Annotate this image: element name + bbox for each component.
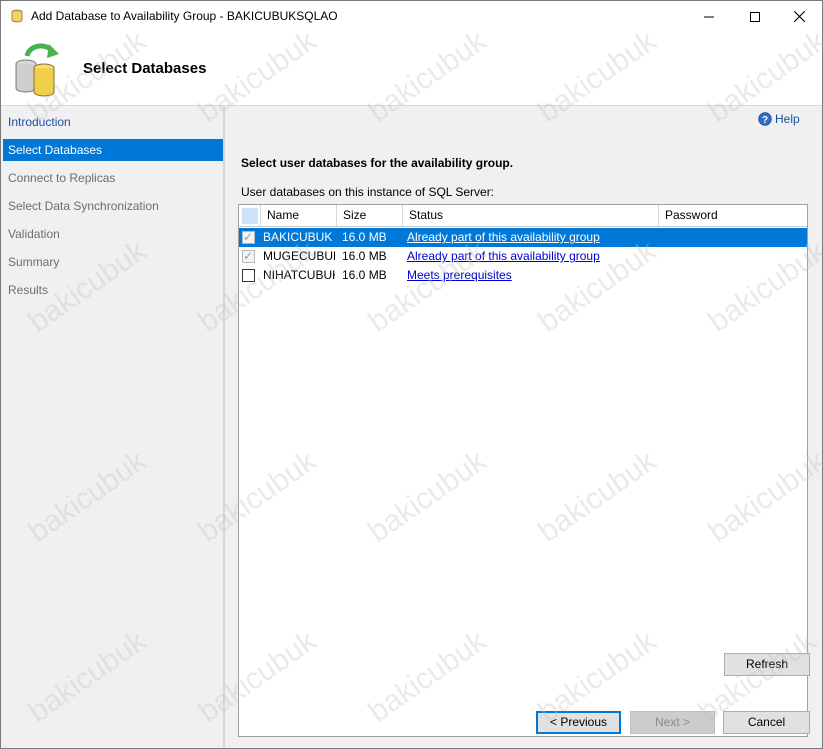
row-checkbox[interactable]: ✓ — [242, 249, 255, 263]
wizard-header: Select Databases — [1, 32, 822, 105]
nav-item-select-databases[interactable]: Select Databases — [3, 139, 223, 161]
grid-caption: User databases on this instance of SQL S… — [241, 185, 495, 199]
app-database-icon — [11, 9, 23, 23]
svg-text:?: ? — [762, 115, 768, 126]
title-bar: Add Database to Availability Group - BAK… — [1, 1, 822, 32]
maximize-icon — [750, 11, 760, 22]
column-header-name[interactable]: Name — [261, 205, 337, 226]
database-name: BAKICUBUK — [263, 230, 333, 244]
nav-item-introduction[interactable]: Introduction — [3, 111, 223, 133]
help-icon: ? — [758, 112, 772, 126]
database-size: 16.0 MB — [342, 230, 387, 244]
database-status-link[interactable]: Meets prerequisites — [407, 266, 512, 285]
nav-item-connect-to-replicas: Connect to Replicas — [8, 171, 116, 185]
close-button[interactable] — [776, 1, 822, 32]
help-label: Help — [775, 112, 800, 126]
table-row[interactable]: ✓ BAKICUBUK 16.0 MB Already part of this… — [239, 228, 807, 247]
nav-item-summary: Summary — [8, 255, 60, 269]
instruction-text: Select user databases for the availabili… — [241, 156, 514, 170]
cancel-button[interactable]: Cancel — [723, 711, 810, 734]
grid-header: Name Size Status Password — [239, 205, 807, 227]
previous-button[interactable]: < Previous — [536, 711, 621, 734]
row-checkbox[interactable]: ✓ — [242, 230, 255, 244]
table-row[interactable]: NIHATCUBUK 16.0 MB Meets prerequisites — [239, 266, 807, 285]
close-icon — [793, 11, 805, 22]
wizard-window: Add Database to Availability Group - BAK… — [0, 0, 823, 749]
window-title: Add Database to Availability Group - BAK… — [31, 9, 338, 23]
minimize-icon — [704, 16, 714, 17]
next-button[interactable]: Next > — [630, 711, 715, 734]
row-checkbox[interactable] — [242, 269, 255, 282]
databases-grid[interactable]: Name Size Status Password ✓ BAKICUBUK 16… — [238, 204, 808, 737]
checkmark-icon: ✓ — [243, 230, 254, 244]
minimize-button[interactable] — [686, 1, 732, 32]
column-header-status[interactable]: Status — [403, 205, 659, 226]
table-row[interactable]: ✓ MUGECUBUK 16.0 MB Already part of this… — [239, 247, 807, 266]
column-header-password[interactable]: Password — [659, 205, 807, 226]
database-status-link[interactable]: Already part of this availability group — [407, 228, 600, 247]
help-link[interactable]: ? Help — [758, 112, 800, 126]
database-size: 16.0 MB — [342, 249, 387, 263]
column-header-size[interactable]: Size — [337, 205, 403, 226]
nav-item-validation: Validation — [8, 227, 60, 241]
wizard-content: ? Help Select user databases for the ava… — [225, 106, 822, 748]
database-status-link[interactable]: Already part of this availability group — [407, 247, 600, 266]
database-name: NIHATCUBUK — [263, 268, 335, 282]
checkmark-icon: ✓ — [243, 249, 254, 263]
database-name: MUGECUBUK — [263, 249, 335, 263]
refresh-button[interactable]: Refresh — [724, 653, 810, 676]
database-sync-icon — [15, 43, 59, 97]
nav-item-results: Results — [8, 283, 49, 297]
database-size: 16.0 MB — [342, 268, 387, 282]
wizard-navigation: Introduction Select Databases Connect to… — [1, 106, 223, 748]
select-all-header[interactable] — [239, 205, 261, 226]
maximize-button[interactable] — [732, 1, 778, 32]
nav-item-select-data-synchronization: Select Data Synchronization — [8, 199, 159, 213]
page-title: Select Databases — [83, 60, 207, 77]
